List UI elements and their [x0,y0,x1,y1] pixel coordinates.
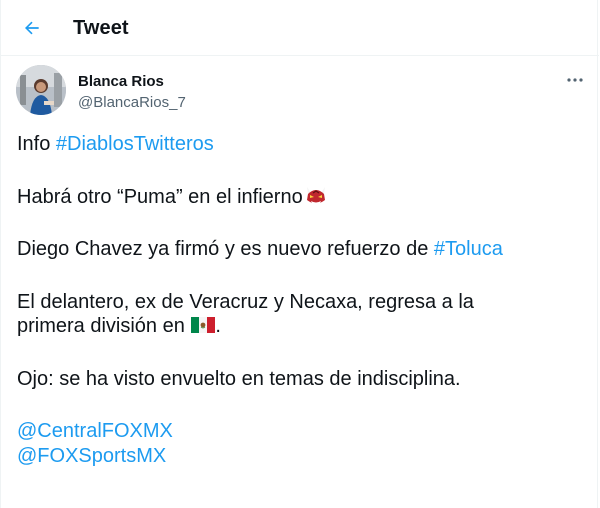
tweet-line: Info #DiablosTwitteros [17,132,577,157]
tweet-text-segment: El delantero, ex de Veracruz y Necaxa, r… [17,290,474,313]
mention-link[interactable]: @CentralFOXMX [17,420,173,442]
tweet-text-segment: primera división en [17,315,191,337]
tweet-line: @CentralFOXMX [17,419,577,444]
more-options-button[interactable] [561,68,589,92]
page-header: Tweet [1,0,599,56]
tweet-text-segment: Ojo: se ha visto envuelto en temas de in… [17,367,461,390]
tweet-text-segment: Habrá otro “Puma” en el infierno [17,185,303,208]
author-handle[interactable]: @BlancaRios_7 [78,94,186,111]
tweet-line: Habrá otro “Puma” en el infierno [17,185,577,210]
avatar[interactable] [16,65,66,115]
tweet-line: Ojo: se ha visto envuelto en temas de in… [17,367,577,392]
hashtag-link[interactable]: #Toluca [434,238,503,260]
tweet-text-segment: . [215,315,221,337]
hashtag-link[interactable]: #DiablosTwitteros [56,133,214,155]
page-title: Tweet [73,17,129,39]
tweet-text-segment: Diego Chavez ya firmó y es nuevo refuerz… [17,238,434,260]
tweet-line: El delantero, ex de Veracruz y Necaxa, r… [17,290,577,315]
back-button[interactable] [15,11,49,45]
ogre-emoji [306,186,325,204]
mexico-flag-emoji [191,317,216,333]
tweet-page: Tweet Blanca Rios @BlancaRios_7 Info #Di… [0,0,599,508]
author-name[interactable]: Blanca Rios [78,73,164,90]
tweet-line: primera división en . [17,314,577,339]
tweet-text: Info #DiablosTwitteros Habrá otro “Puma”… [17,132,577,468]
profile-photo [16,65,66,115]
more-horizontal-icon [567,78,583,82]
mention-link[interactable]: @FOXSportsMX [17,445,166,467]
tweet-line: Diego Chavez ya firmó y es nuevo refuerz… [17,237,577,262]
arrow-left-icon [25,21,39,35]
tweet-line: @FOXSportsMX [17,444,577,469]
tweet-text-segment: Info [17,133,56,155]
